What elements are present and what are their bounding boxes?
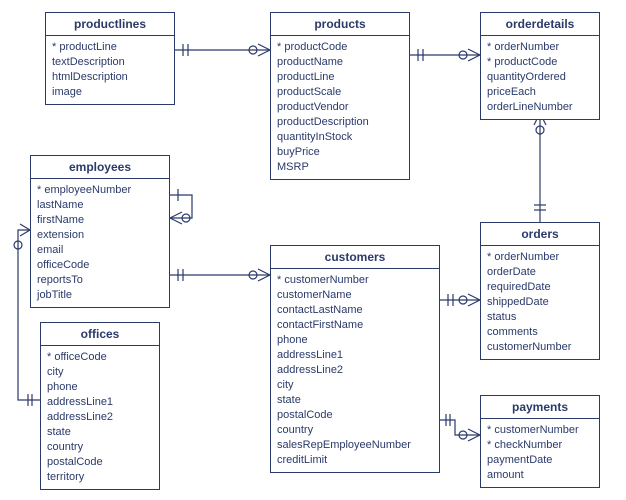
entity-field: officeCode: [37, 258, 163, 273]
entity-field: priceEach: [487, 85, 593, 100]
entity-field: jobTitle: [37, 288, 163, 303]
entity-field: paymentDate: [487, 453, 593, 468]
entity-field: contactFirstName: [277, 318, 433, 333]
entity-field: customerName: [277, 288, 433, 303]
entity-field: contactLastName: [277, 303, 433, 318]
entity-field: shippedDate: [487, 295, 593, 310]
entity-field: salesRepEmployeeNumber: [277, 438, 433, 453]
entity-field: image: [52, 85, 168, 100]
entity-field: quantityOrdered: [487, 70, 593, 85]
entity-field: productName: [277, 55, 403, 70]
entity-field: * employeeNumber: [37, 183, 163, 198]
entity-field: amount: [487, 468, 593, 483]
entity-field: status: [487, 310, 593, 325]
entity-orderdetails: orderdetails* orderNumber* productCodequ…: [480, 12, 600, 120]
entity-title: offices: [41, 323, 159, 346]
entity-field: lastName: [37, 198, 163, 213]
entity-payments: payments* customerNumber* checkNumberpay…: [480, 395, 600, 488]
entity-field: * checkNumber: [487, 438, 593, 453]
entity-title: orderdetails: [481, 13, 599, 36]
entity-field: postalCode: [47, 455, 153, 470]
entity-products: products* productCodeproductNameproductL…: [270, 12, 410, 180]
entity-orders: orders* orderNumberorderDaterequiredDate…: [480, 222, 600, 360]
entity-field: buyPrice: [277, 145, 403, 160]
entity-field: textDescription: [52, 55, 168, 70]
entity-field: * productCode: [277, 40, 403, 55]
entity-fields: * productLinetextDescriptionhtmlDescript…: [46, 36, 174, 104]
entity-field: quantityInStock: [277, 130, 403, 145]
entity-field: orderDate: [487, 265, 593, 280]
entity-title: productlines: [46, 13, 174, 36]
entity-field: addressLine2: [47, 410, 153, 425]
entity-customers: customers* customerNumbercustomerNamecon…: [270, 245, 440, 473]
entity-field: * orderNumber: [487, 40, 593, 55]
entity-field: productLine: [277, 70, 403, 85]
entity-title: orders: [481, 223, 599, 246]
entity-fields: * employeeNumberlastNamefirstNameextensi…: [31, 179, 169, 307]
entity-field: country: [47, 440, 153, 455]
entity-field: addressLine1: [47, 395, 153, 410]
entity-field: orderLineNumber: [487, 100, 593, 115]
entity-field: addressLine1: [277, 348, 433, 363]
entity-field: productVendor: [277, 100, 403, 115]
entity-field: productScale: [277, 85, 403, 100]
entity-productlines: productlines* productLinetextDescription…: [45, 12, 175, 105]
entity-field: phone: [47, 380, 153, 395]
entity-field: * orderNumber: [487, 250, 593, 265]
entity-field: customerNumber: [487, 340, 593, 355]
entity-field: productDescription: [277, 115, 403, 130]
entity-title: payments: [481, 396, 599, 419]
entity-field: extension: [37, 228, 163, 243]
entity-field: state: [47, 425, 153, 440]
entity-field: reportsTo: [37, 273, 163, 288]
entity-field: * customerNumber: [487, 423, 593, 438]
entity-fields: * customerNumber* checkNumberpaymentDate…: [481, 419, 599, 487]
entity-field: comments: [487, 325, 593, 340]
entity-field: * customerNumber: [277, 273, 433, 288]
entity-field: requiredDate: [487, 280, 593, 295]
entity-title: customers: [271, 246, 439, 269]
entity-field: * officeCode: [47, 350, 153, 365]
entity-fields: * orderNumberorderDaterequiredDateshippe…: [481, 246, 599, 359]
entity-field: city: [277, 378, 433, 393]
entity-field: addressLine2: [277, 363, 433, 378]
entity-field: MSRP: [277, 160, 403, 175]
entity-field: territory: [47, 470, 153, 485]
entity-offices: offices* officeCodecityphoneaddressLine1…: [40, 322, 160, 490]
entity-fields: * orderNumber* productCodequantityOrdere…: [481, 36, 599, 119]
entity-field: phone: [277, 333, 433, 348]
entity-fields: * officeCodecityphoneaddressLine1address…: [41, 346, 159, 489]
entity-field: htmlDescription: [52, 70, 168, 85]
entity-field: country: [277, 423, 433, 438]
entity-field: state: [277, 393, 433, 408]
entity-field: email: [37, 243, 163, 258]
entity-field: postalCode: [277, 408, 433, 423]
entity-field: creditLimit: [277, 453, 433, 468]
entity-field: * productLine: [52, 40, 168, 55]
entity-field: * productCode: [487, 55, 593, 70]
entity-title: employees: [31, 156, 169, 179]
entity-field: firstName: [37, 213, 163, 228]
entity-fields: * productCodeproductNameproductLineprodu…: [271, 36, 409, 179]
entity-field: city: [47, 365, 153, 380]
entity-employees: employees* employeeNumberlastNamefirstNa…: [30, 155, 170, 308]
entity-fields: * customerNumbercustomerNamecontactLastN…: [271, 269, 439, 472]
entity-title: products: [271, 13, 409, 36]
